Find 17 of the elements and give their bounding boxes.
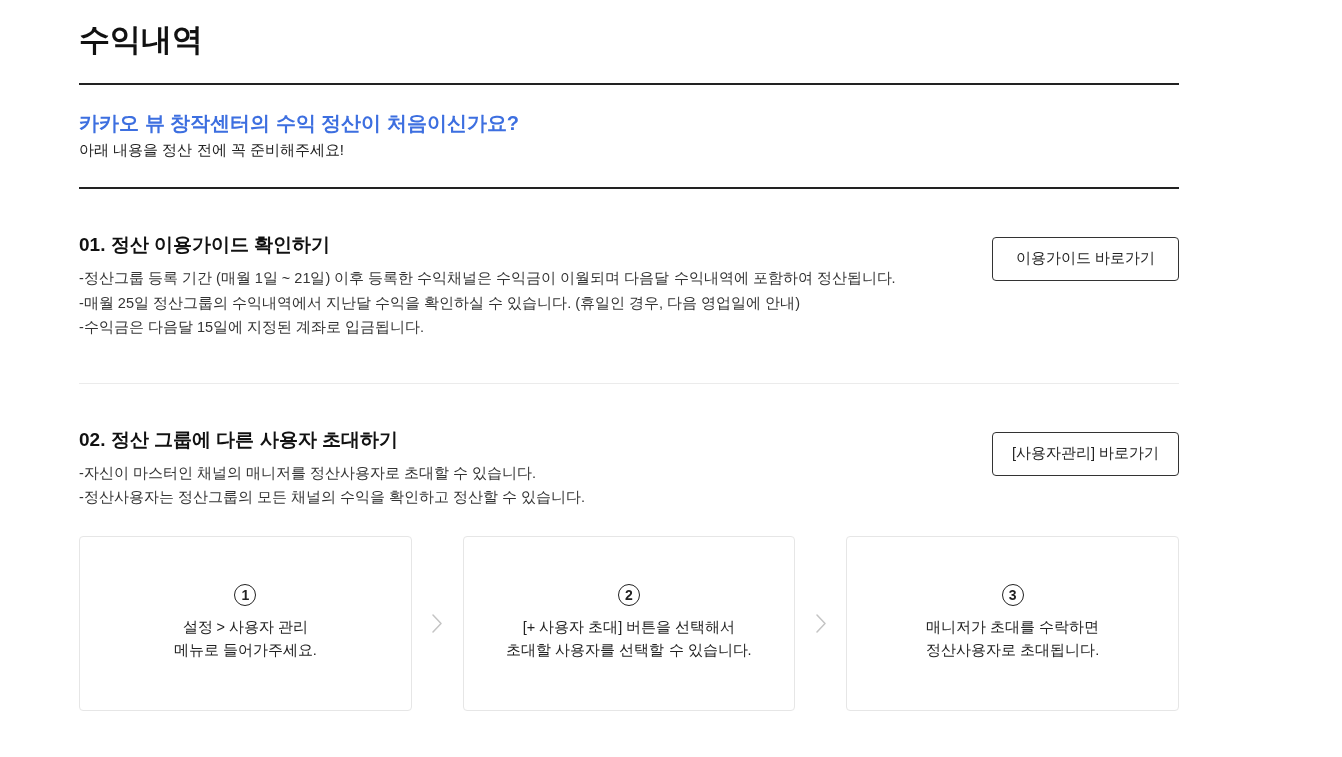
guide-text: -정산사용자는 정산그룹의 모든 채널의 수익을 확인하고 정산할 수 있습니다.: [79, 488, 586, 507]
step-description: 설정 > 사용자 관리 메뉴로 들어가주세요.: [173, 618, 317, 660]
section-heading: 01. 정산 이용가이드 확인하기: [79, 233, 332, 257]
shortcut-button[interactable]: 이용가이드 바로가기: [992, 237, 1179, 281]
notice-text: 아래 내용을 정산 전에 꼭 준비해주세요!: [79, 140, 345, 160]
page-title: 수익내역: [79, 21, 204, 59]
step-description: 매니저가 초대를 수락하면 정산사용자로 초대됩니다.: [926, 618, 1100, 660]
shortcut-button[interactable]: [사용자관리] 바로가기: [992, 431, 1179, 476]
guide-text: -자신이 마스터인 채널의 매니저를 정산사용자로 초대할 수 있습니다.: [79, 463, 538, 483]
chevron-right-icon: [432, 613, 443, 633]
notice-heading: 카카오 뷰 창작센터의 수익 정산이 처음이신가요?: [79, 111, 520, 136]
guide-text: -매월 25일 정산그룹의 수익내역에서 지난달 수익을 확인하실 수 있습니다. (휴일인 경우, 다음 영업일에 안내): [79, 293, 802, 313]
chevron-right-icon: [815, 613, 826, 633]
guide-text: -수익금은 다음달 15일에 지정된 계좌로 입금됩니다.: [79, 318, 426, 337]
guide-text: -정산그룹 등록 기간 (매월 1일 ~ 21일) 이후 등록한 수익채널은 수익금이 이월되며 다음달 수익내역에 포함하여 정산됩니다.: [79, 269, 896, 288]
step-description: [+ 사용자 초대] 버튼을 선택해서 초대할 사용자를 선택할 수 있습니다.: [506, 618, 752, 660]
section-heading: 02. 정산 그룹에 다른 사용자 초대하기: [79, 427, 399, 452]
